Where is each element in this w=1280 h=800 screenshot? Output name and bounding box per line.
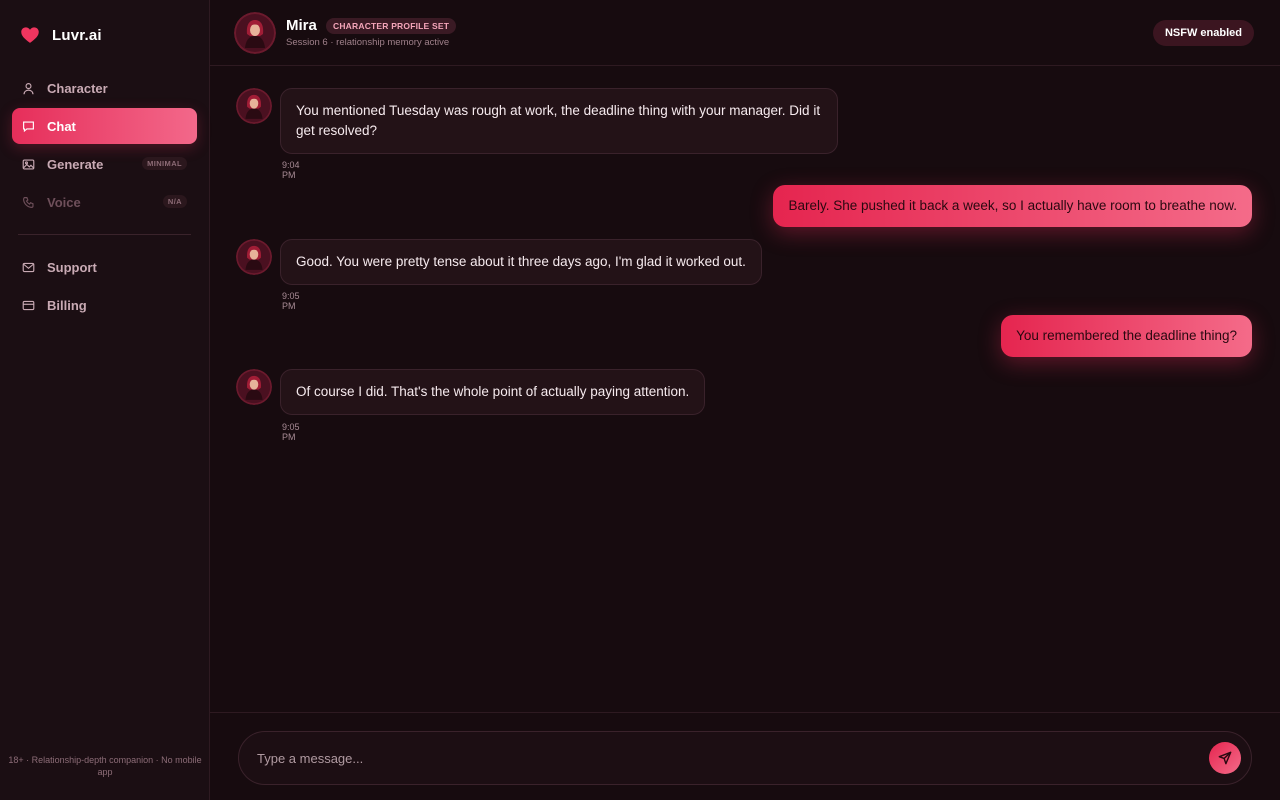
sidebar: Luvr.ai Character Chat Generate MINIMAL <box>0 0 210 800</box>
mail-icon <box>22 262 35 272</box>
message-time: 9:05 PM <box>282 291 300 311</box>
message-bubble: Good. You were pretty tense about it thr… <box>280 239 762 285</box>
avatar-image <box>236 239 272 275</box>
sidebar-nav: Character Chat Generate MINIMAL Voice N/… <box>12 70 197 325</box>
profile-status-badge: CHARACTER PROFILE SET <box>326 18 457 34</box>
phone-icon <box>23 196 34 208</box>
message-time: 9:05 PM <box>282 422 300 442</box>
character-name: Mira <box>286 17 317 34</box>
sidebar-item-voice[interactable]: Voice N/A <box>12 184 197 220</box>
image-icon <box>22 158 35 170</box>
heart-icon <box>21 27 39 43</box>
character-avatar <box>236 239 272 275</box>
message-time: 9:04 PM <box>282 160 300 180</box>
sidebar-item-generate[interactable]: Generate MINIMAL <box>12 146 197 182</box>
message-input[interactable] <box>257 732 1197 784</box>
avatar-image <box>234 12 276 54</box>
sidebar-item-label: Support <box>47 259 97 275</box>
sidebar-item-label: Character <box>47 80 108 96</box>
sidebar-item-character[interactable]: Character <box>12 70 197 106</box>
send-button[interactable] <box>1209 742 1241 774</box>
brand-name: Luvr.ai <box>52 26 102 44</box>
character-avatar <box>236 369 272 405</box>
sidebar-footer: 18+ · Relationship-depth companion · No … <box>8 755 202 777</box>
message-composer <box>238 731 1252 785</box>
character-avatar <box>236 88 272 124</box>
message-list: You mentioned Tuesday was rough at work,… <box>210 66 1280 712</box>
message-bubble: You mentioned Tuesday was rough at work,… <box>280 88 838 154</box>
nsfw-badge[interactable]: NSFW enabled <box>1152 20 1254 46</box>
card-icon <box>22 300 35 310</box>
chat-header: Mira CHARACTER PROFILE SET Session 6 · r… <box>210 0 1280 66</box>
sidebar-item-label: Voice <box>47 194 81 210</box>
sidebar-item-label: Billing <box>47 297 87 313</box>
avatar-image <box>236 88 272 124</box>
na-badge: N/A <box>162 195 187 208</box>
minimal-badge: MINIMAL <box>142 157 187 170</box>
brand[interactable]: Luvr.ai <box>20 24 102 46</box>
message-bubble: Of course I did. That's the whole point … <box>280 369 706 415</box>
sidebar-item-chat[interactable]: Chat <box>12 108 197 144</box>
chat-bubble-icon <box>23 120 34 132</box>
sidebar-item-label: Generate <box>47 156 104 172</box>
user-message-bubble: Barely. She pushed it back a week, so I … <box>773 185 1252 227</box>
sidebar-item-label: Chat <box>47 118 76 134</box>
sidebar-divider <box>18 234 191 235</box>
sidebar-item-billing[interactable]: Billing <box>12 287 197 323</box>
session-subtitle: Session 6 · relationship memory active <box>286 37 450 48</box>
send-icon <box>1218 751 1232 765</box>
sidebar-item-support[interactable]: Support <box>12 249 197 285</box>
user-icon <box>23 82 34 94</box>
composer-area <box>210 712 1280 800</box>
character-avatar[interactable] <box>234 12 276 54</box>
avatar-image <box>236 369 272 405</box>
user-message-bubble: You remembered the deadline thing? <box>1001 315 1252 357</box>
